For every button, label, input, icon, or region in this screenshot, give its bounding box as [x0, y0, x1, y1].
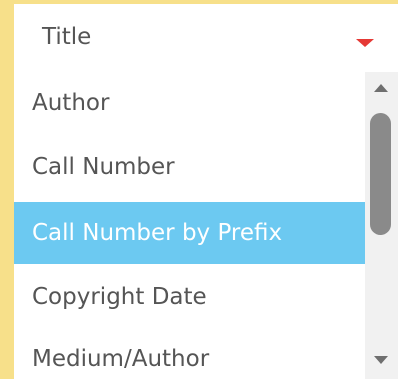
sort-select[interactable]: Title [14, 4, 398, 72]
scroll-thumb[interactable] [370, 113, 391, 235]
scroll-down-arrow-icon[interactable] [374, 356, 388, 364]
selected-value: Title [42, 24, 92, 50]
sort-dropdown: Title Author Call Number Call Number by … [0, 0, 398, 379]
option-label: Call Number by Prefix [32, 220, 283, 246]
options-list[interactable]: Author Call Number Call Number by Prefix… [14, 72, 398, 379]
focus-border-left [0, 0, 14, 379]
caret-down-icon[interactable] [356, 39, 374, 47]
scroll-up-arrow-icon[interactable] [374, 84, 388, 92]
option-author[interactable]: Author [14, 72, 375, 134]
option-label: Call Number [32, 154, 175, 180]
option-call-number-by-prefix[interactable]: Call Number by Prefix [14, 202, 375, 264]
option-label: Medium/Author [32, 346, 210, 372]
option-call-number[interactable]: Call Number [14, 136, 375, 198]
option-medium-author[interactable]: Medium/Author [14, 328, 375, 379]
vertical-scrollbar[interactable] [365, 72, 398, 379]
option-label: Copyright Date [32, 284, 207, 310]
option-label: Author [32, 90, 110, 116]
option-copyright-date[interactable]: Copyright Date [14, 266, 375, 328]
